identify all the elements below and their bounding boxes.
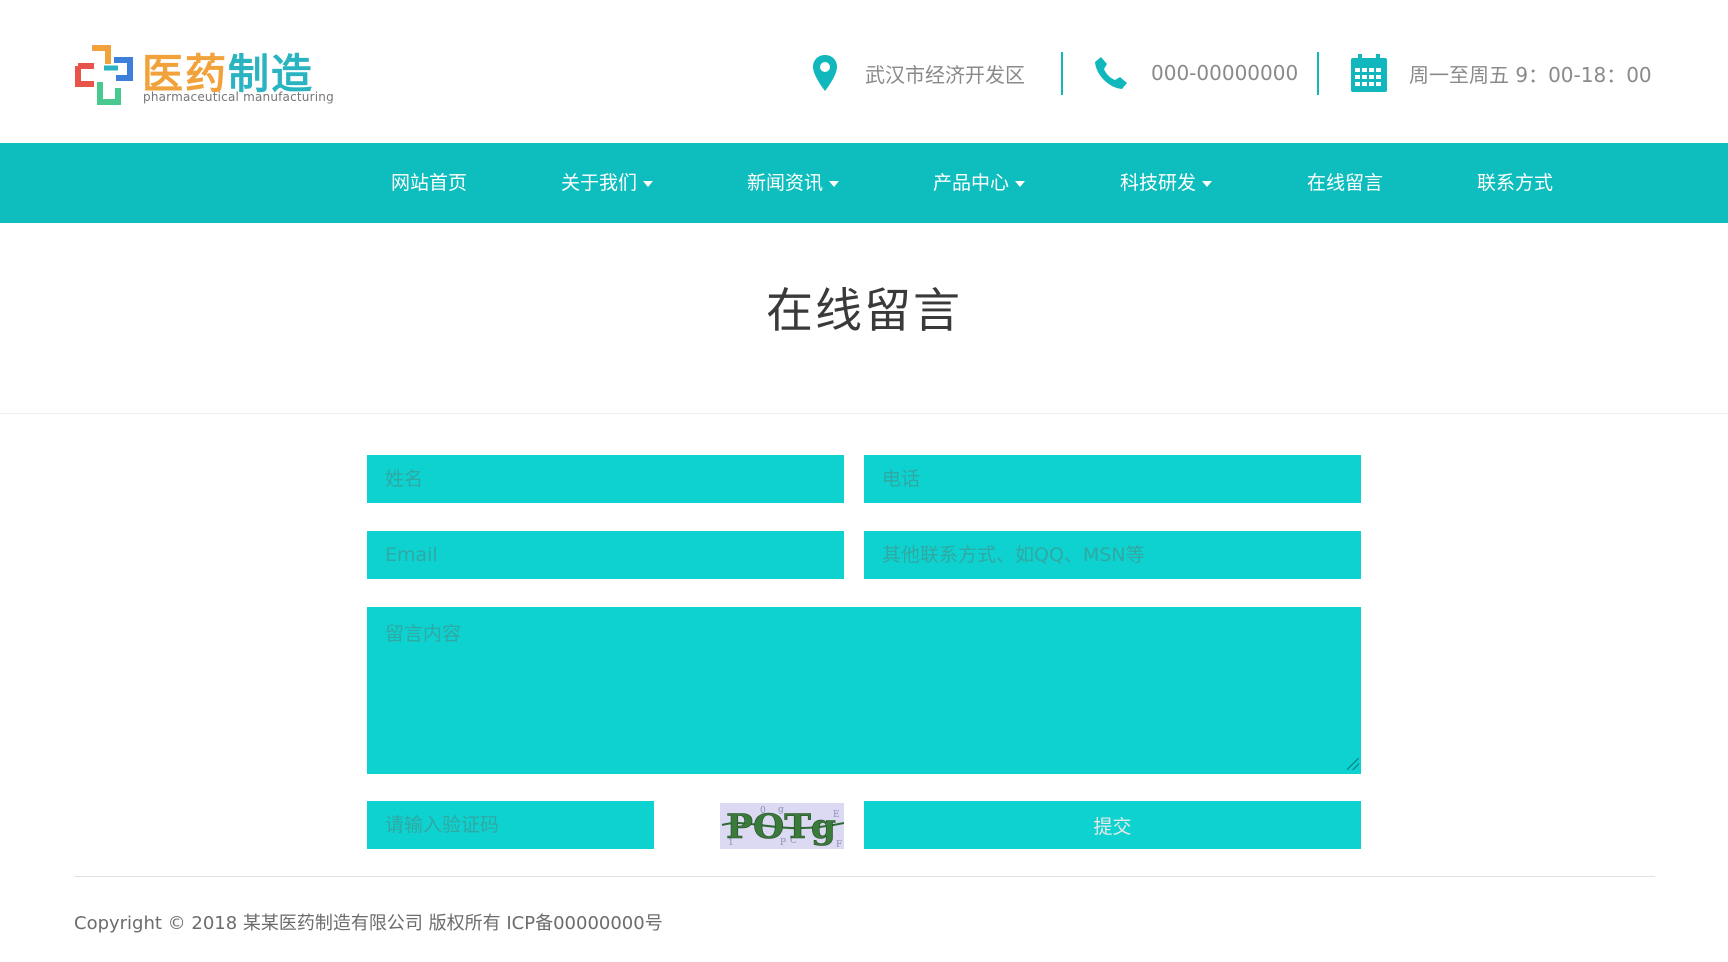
captcha-image[interactable]: 0gC EPF1 POTg [720, 803, 844, 849]
other-contact-input[interactable] [864, 531, 1361, 579]
nav-item-about[interactable]: 关于我们 [561, 143, 654, 223]
divider [0, 413, 1728, 414]
nav-label: 联系方式 [1477, 172, 1554, 194]
message-textarea[interactable] [367, 607, 1361, 774]
location-pin-icon [805, 53, 845, 93]
phone-icon [1091, 53, 1131, 93]
logo[interactable]: 医药制造 pharmaceutical manufacturing [74, 40, 334, 110]
header: 医药制造 pharmaceutical manufacturing 武汉市经济开… [0, 0, 1728, 143]
submit-button[interactable]: 提交 [864, 801, 1361, 849]
caret-down-icon [643, 180, 654, 187]
address-text: 武汉市经济开发区 [865, 62, 1025, 87]
brand-subtitle: pharmaceutical manufacturing [143, 90, 334, 104]
svg-text:F: F [836, 840, 842, 849]
phone-input[interactable] [864, 455, 1361, 503]
name-input[interactable] [367, 455, 844, 503]
resize-handle[interactable] [1347, 758, 1359, 770]
captcha-input[interactable] [367, 801, 654, 849]
divider [1317, 52, 1319, 95]
nav-label: 网站首页 [391, 172, 468, 194]
caret-down-icon [1202, 180, 1213, 187]
main-nav: 网站首页 关于我们 新闻资讯 产品中心 科技研发 在线留言 联系方式 [0, 143, 1728, 223]
phone-text: 000-00000000 [1151, 61, 1299, 85]
nav-item-contact[interactable]: 联系方式 [1477, 143, 1553, 223]
calendar-icon [1349, 53, 1389, 93]
contact-address: 武汉市经济开发区 [805, 50, 1025, 96]
nav-label: 产品中心 [933, 172, 1010, 194]
nav-item-research[interactable]: 科技研发 [1120, 143, 1213, 223]
divider [74, 876, 1655, 877]
nav-item-guestbook[interactable]: 在线留言 [1307, 143, 1383, 223]
nav-item-news[interactable]: 新闻资讯 [747, 143, 840, 223]
nav-label: 关于我们 [561, 172, 638, 194]
nav-label: 科技研发 [1120, 172, 1197, 194]
divider [1061, 52, 1063, 95]
copyright: Copyright © 2018 某某医药制造有限公司 版权所有 ICP备000… [74, 913, 663, 934]
nav-label: 新闻资讯 [747, 172, 824, 194]
nav-label: 在线留言 [1307, 172, 1384, 194]
captcha-text: POTg [726, 807, 836, 847]
contact-phone: 000-00000000 [1091, 50, 1298, 96]
contact-hours: 周一至周五 9：00-18：00 [1349, 50, 1652, 96]
nav-item-products[interactable]: 产品中心 [933, 143, 1026, 223]
caret-down-icon [829, 180, 840, 187]
caret-down-icon [1015, 180, 1026, 187]
hours-text: 周一至周五 9：00-18：00 [1409, 62, 1652, 87]
nav-item-home[interactable]: 网站首页 [391, 143, 467, 223]
email-input[interactable] [367, 531, 844, 579]
cross-logo-icon [75, 45, 133, 105]
page-title: 在线留言 [766, 284, 962, 339]
